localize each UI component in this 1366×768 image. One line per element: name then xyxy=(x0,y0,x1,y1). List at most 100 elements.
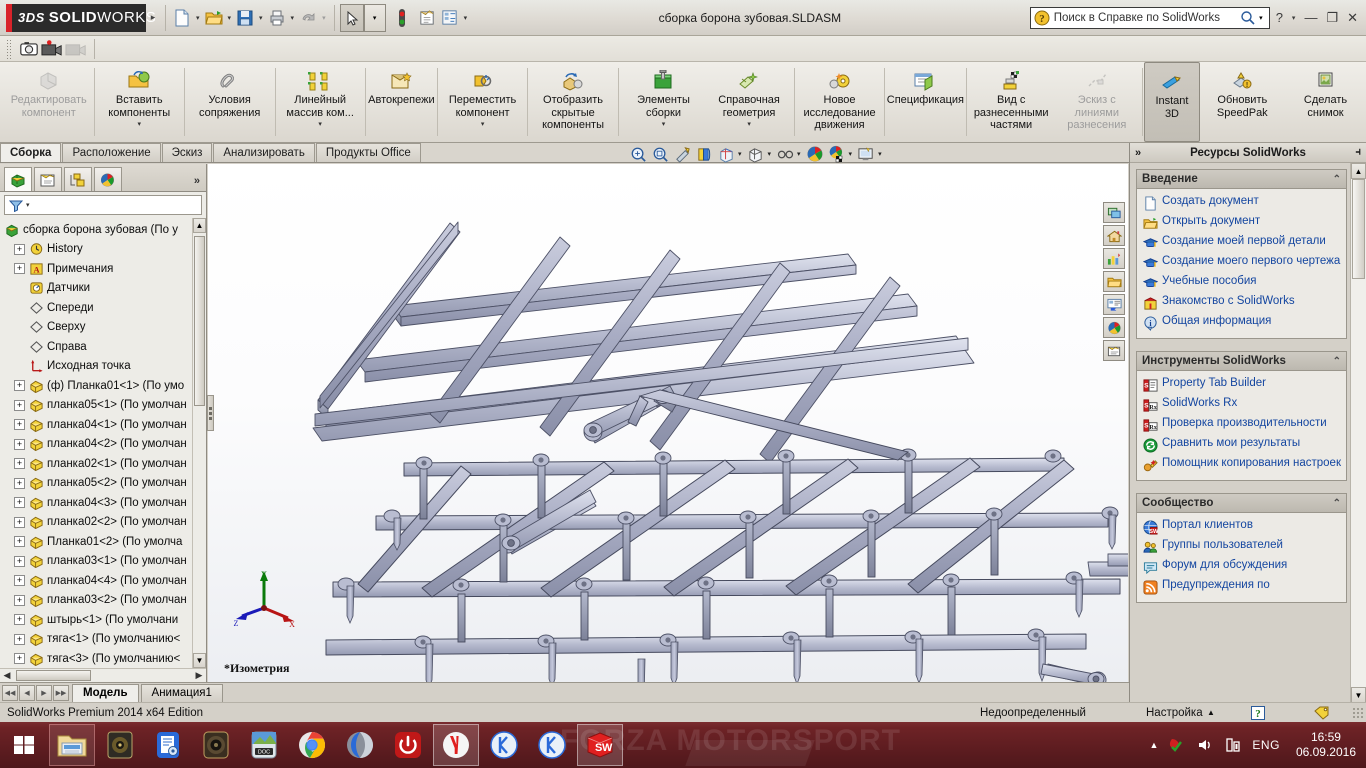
open-document-caret[interactable]: ▾ xyxy=(225,14,235,22)
ribbon-edit-component[interactable]: Редактировать компонент xyxy=(6,62,92,142)
new-document-button[interactable] xyxy=(171,4,193,32)
tree-node[interactable]: + планка02<2> (По умолчан xyxy=(0,513,206,533)
ribbon-instant-3d[interactable]: Instant 3D xyxy=(1144,62,1200,142)
tree-node[interactable]: Исходная точка xyxy=(0,357,206,377)
scroll-down-arrow[interactable]: ▼ xyxy=(1351,687,1366,703)
tree-node[interactable]: + планка04<2> (По умолчан xyxy=(0,435,206,455)
section-view-icon[interactable] xyxy=(694,145,714,163)
task-pane-item[interactable]: Создание моего первого чертежа xyxy=(1140,253,1344,273)
view-settings-caret[interactable]: ▾ xyxy=(878,150,882,158)
taskbar-kompas-app-2[interactable] xyxy=(529,724,575,766)
settings-caret-icon[interactable]: ▲ xyxy=(1207,708,1215,717)
task-pane-item[interactable]: Создание моей первой детали xyxy=(1140,233,1344,253)
ribbon-update-speedpak[interactable]: ! Обновить SpeedPak xyxy=(1200,62,1286,142)
tree-expand-icon[interactable]: + xyxy=(14,536,25,548)
toolbar-grip[interactable] xyxy=(6,38,13,59)
prev-tab-button[interactable]: ◀ xyxy=(19,684,35,701)
tree-node[interactable]: + планка05<2> (По умолчан xyxy=(0,474,206,494)
tree-node[interactable]: + планка04<4> (По умолчан xyxy=(0,571,206,591)
ribbon-move-component[interactable]: Переместить компонент ▾ xyxy=(440,62,526,142)
first-tab-button[interactable]: ◀◀ xyxy=(2,684,18,701)
tree-node[interactable]: Датчики xyxy=(0,279,206,299)
scroll-down-arrow[interactable]: ▼ xyxy=(193,653,206,668)
tree-node[interactable]: + Планка01<2> (По умолча xyxy=(0,532,206,552)
task-pane-scrollbar[interactable]: ▲ ▼ xyxy=(1350,163,1366,703)
scroll-right-arrow[interactable]: ▶ xyxy=(192,670,206,681)
ribbon-explode-line-sketch[interactable]: Эскиз с линиями разнесения xyxy=(1054,62,1140,142)
scene-caret[interactable]: ▾ xyxy=(849,150,853,158)
ribbon-insert-components[interactable]: Вставить компоненты ▾ xyxy=(96,62,182,142)
show-hidden-icons-arrow[interactable]: ▲ xyxy=(1150,740,1159,750)
taskbar-file-explorer[interactable] xyxy=(49,724,95,766)
taskbar-yandex-browser[interactable] xyxy=(433,724,479,766)
scroll-up-arrow[interactable]: ▲ xyxy=(1351,163,1366,179)
settings-label[interactable]: Настройка xyxy=(1146,707,1203,719)
zoom-to-fit-icon[interactable] xyxy=(628,145,648,163)
ribbon-assembly-features[interactable]: Элементы сборки ▾ xyxy=(621,62,707,142)
next-tab-button[interactable]: ▶ xyxy=(36,684,52,701)
taskbar-document-editor[interactable] xyxy=(145,724,191,766)
file-properties-button[interactable] xyxy=(417,4,439,32)
tree-node[interactable]: + A Примечания xyxy=(0,259,206,279)
search-input[interactable]: ? Поиск в Справке по SolidWorks ▾ xyxy=(1029,6,1270,29)
task-pane-item[interactable]: Учебные пособия xyxy=(1140,273,1344,293)
tree-node[interactable]: Сверху xyxy=(0,318,206,338)
task-pane-group-header[interactable]: Введение ⌃ xyxy=(1137,170,1346,189)
chevron-down-icon[interactable]: ▾ xyxy=(662,120,666,128)
taskbar-doc-tool[interactable]: DOC xyxy=(241,724,287,766)
appearance-sphere-icon[interactable] xyxy=(1103,317,1125,338)
tree-node[interactable]: + планка04<1> (По умолчан xyxy=(0,415,206,435)
tree-node[interactable]: + планка04<3> (По умолчан xyxy=(0,493,206,513)
pin-icon[interactable]: ⫞ xyxy=(1356,146,1362,159)
ribbon-new-motion-study[interactable]: Новое исследование движения xyxy=(797,62,883,142)
task-pane-item[interactable]: Форум для обсуждения xyxy=(1140,557,1344,577)
new-document-caret[interactable]: ▾ xyxy=(193,14,203,22)
ribbon-bill-of-materials[interactable]: Спецификация xyxy=(887,62,964,142)
task-pane-item[interactable]: Сравнить мои результаты xyxy=(1140,435,1344,455)
chevron-up-icon[interactable]: ⌃ xyxy=(1333,174,1341,185)
tree-expand-icon[interactable]: + xyxy=(14,243,25,255)
chevron-up-icon[interactable]: ⌃ xyxy=(1333,356,1341,367)
filter-caret[interactable]: ▾ xyxy=(26,201,30,209)
view-settings-icon[interactable] xyxy=(856,145,876,163)
options-caret[interactable]: ▾ xyxy=(461,14,471,22)
tree-expand-icon[interactable]: + xyxy=(14,477,25,489)
tab-raspolozhenie[interactable]: Расположение xyxy=(62,143,161,162)
tree-expand-icon[interactable]: + xyxy=(14,614,25,626)
tree-node[interactable]: + планка02<1> (По умолчан xyxy=(0,454,206,474)
last-tab-button[interactable]: ▶▶ xyxy=(53,684,69,701)
tab-produkty-office[interactable]: Продукты Office xyxy=(315,143,421,162)
record-video-button[interactable] xyxy=(40,35,64,63)
rebuild-button[interactable] xyxy=(391,4,413,32)
tree-expand-icon[interactable]: + xyxy=(14,419,25,431)
task-pane-item[interactable]: S Property Tab Builder xyxy=(1140,375,1344,395)
screen-capture-button[interactable] xyxy=(18,35,40,63)
scroll-left-arrow[interactable]: ◀ xyxy=(0,670,14,681)
taskbar-google-chrome[interactable] xyxy=(289,724,335,766)
view-orientation-icon[interactable] xyxy=(1103,202,1125,223)
doc-tab-animation[interactable]: Анимация1 xyxy=(140,683,223,702)
display-manager-tab[interactable] xyxy=(94,167,122,191)
ribbon-take-snapshot[interactable]: Сделать снимок xyxy=(1285,62,1366,142)
tree-expand-icon[interactable]: + xyxy=(14,497,25,509)
tree-node[interactable]: + тяга<3> (По умолчанию< xyxy=(0,649,206,668)
hide-show-caret[interactable]: ▾ xyxy=(797,150,801,158)
help-caret[interactable]: ▾ xyxy=(1292,14,1296,22)
select-tool-button[interactable] xyxy=(339,3,364,32)
tab-analizirovat[interactable]: Анализировать xyxy=(213,143,315,162)
close-button[interactable]: ✕ xyxy=(1347,10,1358,26)
task-pane-item[interactable]: Предупреждения по xyxy=(1140,577,1344,597)
select-tool-caret[interactable]: ▾ xyxy=(363,3,386,32)
task-pane-group-header[interactable]: Инструменты SolidWorks ⌃ xyxy=(1137,352,1346,371)
antivirus-icon[interactable] xyxy=(1168,736,1186,754)
ribbon-reference-geometry[interactable]: Справочная геометрия ▾ xyxy=(706,62,792,142)
task-pane-item[interactable]: S Rx Проверка производительности xyxy=(1140,415,1344,435)
open-document-button[interactable] xyxy=(203,4,225,32)
taskbar-power-app[interactable] xyxy=(385,724,431,766)
tree-expand-icon[interactable]: + xyxy=(14,458,25,470)
restore-button[interactable]: ❐ xyxy=(1326,10,1338,26)
tree-expand-icon[interactable]: + xyxy=(14,594,25,606)
chevron-down-icon[interactable]: ▾ xyxy=(137,120,141,128)
menu-expand-arrow[interactable]: ▸ xyxy=(146,12,160,23)
taskbar-browser-app[interactable] xyxy=(337,724,383,766)
